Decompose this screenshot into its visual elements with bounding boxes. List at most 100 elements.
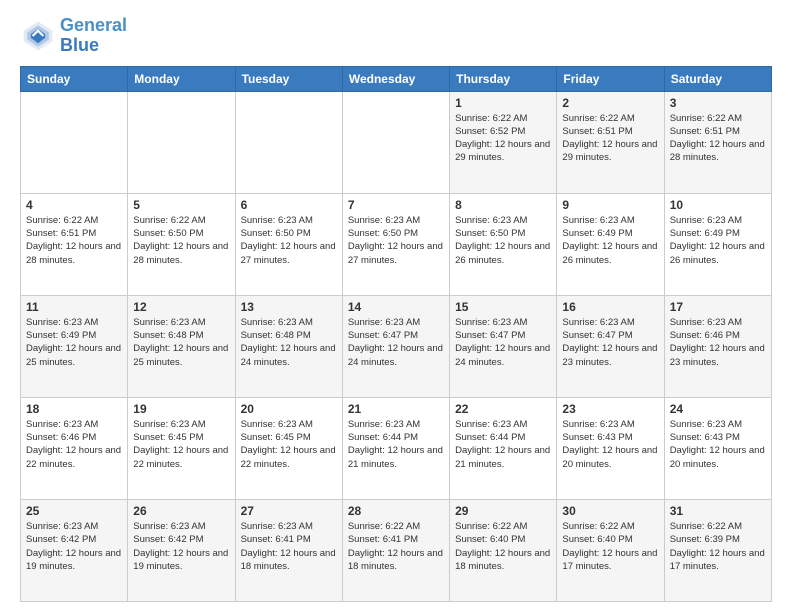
day-number: 21 (348, 402, 444, 416)
page: General Blue SundayMondayTuesdayWednesda… (0, 0, 792, 612)
day-cell: 24 Sunrise: 6:23 AM Sunset: 6:43 PM Dayli… (664, 397, 771, 499)
day-number: 23 (562, 402, 658, 416)
day-cell: 31 Sunrise: 6:22 AM Sunset: 6:39 PM Dayli… (664, 499, 771, 601)
day-cell: 30 Sunrise: 6:22 AM Sunset: 6:40 PM Dayli… (557, 499, 664, 601)
day-cell: 28 Sunrise: 6:22 AM Sunset: 6:41 PM Dayli… (342, 499, 449, 601)
weekday-header-tuesday: Tuesday (235, 66, 342, 91)
logo: General Blue (20, 16, 127, 56)
day-cell: 9 Sunrise: 6:23 AM Sunset: 6:49 PM Daylig… (557, 193, 664, 295)
day-number: 28 (348, 504, 444, 518)
day-cell: 7 Sunrise: 6:23 AM Sunset: 6:50 PM Daylig… (342, 193, 449, 295)
day-number: 4 (26, 198, 122, 212)
day-number: 14 (348, 300, 444, 314)
week-row-3: 18 Sunrise: 6:23 AM Sunset: 6:46 PM Dayli… (21, 397, 772, 499)
day-cell: 1Sunrise: 6:22 AM Sunset: 6:52 PM Daylig… (450, 91, 557, 193)
day-cell: 19 Sunrise: 6:23 AM Sunset: 6:45 PM Dayli… (128, 397, 235, 499)
day-cell: 5Sunrise: 6:22 AM Sunset: 6:50 PM Daylig… (128, 193, 235, 295)
weekday-header-friday: Friday (557, 66, 664, 91)
day-cell: 21 Sunrise: 6:23 AM Sunset: 6:44 PM Dayli… (342, 397, 449, 499)
day-cell: 27 Sunrise: 6:23 AM Sunset: 6:41 PM Dayli… (235, 499, 342, 601)
day-cell (21, 91, 128, 193)
day-info: Sunrise: 6:23 AM Sunset: 6:42 PM Dayligh… (26, 520, 122, 573)
day-info: Sunrise: 6:23 AM Sunset: 6:41 PM Dayligh… (241, 520, 337, 573)
day-info: Sunrise: 6:23 AM Sunset: 6:44 PM Dayligh… (455, 418, 551, 471)
day-info: Sunrise: 6:23 AM Sunset: 6:47 PM Dayligh… (562, 316, 658, 369)
day-number: 31 (670, 504, 766, 518)
week-row-1: 4 Sunrise: 6:22 AM Sunset: 6:51 PM Daylig… (21, 193, 772, 295)
weekday-header-monday: Monday (128, 66, 235, 91)
day-info: Sunrise: 6:22 AM Sunset: 6:51 PM Dayligh… (26, 214, 122, 267)
day-cell: 20Sunrise: 6:23 AM Sunset: 6:45 PM Dayli… (235, 397, 342, 499)
day-cell: 26Sunrise: 6:23 AM Sunset: 6:42 PM Dayli… (128, 499, 235, 601)
day-info: Sunrise: 6:23 AM Sunset: 6:50 PM Dayligh… (348, 214, 444, 267)
day-info: Sunrise: 6:23 AM Sunset: 6:48 PM Dayligh… (241, 316, 337, 369)
day-number: 9 (562, 198, 658, 212)
day-info: Sunrise: 6:22 AM Sunset: 6:40 PM Dayligh… (562, 520, 658, 573)
day-number: 17 (670, 300, 766, 314)
day-cell: 17 Sunrise: 6:23 AM Sunset: 6:46 PM Dayli… (664, 295, 771, 397)
day-info: Sunrise: 6:23 AM Sunset: 6:48 PM Dayligh… (133, 316, 229, 369)
day-info: Sunrise: 6:23 AM Sunset: 6:43 PM Dayligh… (562, 418, 658, 471)
day-cell: 13 Sunrise: 6:23 AM Sunset: 6:48 PM Dayli… (235, 295, 342, 397)
day-number: 27 (241, 504, 337, 518)
week-row-4: 25 Sunrise: 6:23 AM Sunset: 6:42 PM Dayli… (21, 499, 772, 601)
day-info: Sunrise: 6:23 AM Sunset: 6:50 PM Dayligh… (455, 214, 551, 267)
day-number: 13 (241, 300, 337, 314)
day-info: Sunrise: 6:23 AM Sunset: 6:49 PM Dayligh… (26, 316, 122, 369)
day-info: Sunrise: 6:23 AM Sunset: 6:49 PM Dayligh… (670, 214, 766, 267)
day-cell: 8 Sunrise: 6:23 AM Sunset: 6:50 PM Daylig… (450, 193, 557, 295)
weekday-header-saturday: Saturday (664, 66, 771, 91)
day-info: Sunrise: 6:23 AM Sunset: 6:43 PM Dayligh… (670, 418, 766, 471)
day-cell: 14Sunrise: 6:23 AM Sunset: 6:47 PM Dayli… (342, 295, 449, 397)
day-info: Sunrise: 6:23 AM Sunset: 6:45 PM Dayligh… (133, 418, 229, 471)
day-info: Sunrise: 6:22 AM Sunset: 6:51 PM Dayligh… (670, 112, 766, 165)
week-row-0: 1Sunrise: 6:22 AM Sunset: 6:52 PM Daylig… (21, 91, 772, 193)
day-info: Sunrise: 6:23 AM Sunset: 6:46 PM Dayligh… (670, 316, 766, 369)
day-number: 30 (562, 504, 658, 518)
day-cell: 6 Sunrise: 6:23 AM Sunset: 6:50 PM Daylig… (235, 193, 342, 295)
day-number: 11 (26, 300, 122, 314)
day-number: 22 (455, 402, 551, 416)
day-number: 3 (670, 96, 766, 110)
day-info: Sunrise: 6:22 AM Sunset: 6:41 PM Dayligh… (348, 520, 444, 573)
day-number: 10 (670, 198, 766, 212)
day-info: Sunrise: 6:23 AM Sunset: 6:46 PM Dayligh… (26, 418, 122, 471)
day-number: 20 (241, 402, 337, 416)
day-cell: 2 Sunrise: 6:22 AM Sunset: 6:51 PM Daylig… (557, 91, 664, 193)
logo-text: General Blue (60, 16, 127, 56)
day-info: Sunrise: 6:23 AM Sunset: 6:50 PM Dayligh… (241, 214, 337, 267)
day-info: Sunrise: 6:22 AM Sunset: 6:51 PM Dayligh… (562, 112, 658, 165)
day-info: Sunrise: 6:23 AM Sunset: 6:42 PM Dayligh… (133, 520, 229, 573)
day-number: 15 (455, 300, 551, 314)
logo-icon (20, 18, 56, 54)
day-cell: 10 Sunrise: 6:23 AM Sunset: 6:49 PM Dayli… (664, 193, 771, 295)
day-cell: 4 Sunrise: 6:22 AM Sunset: 6:51 PM Daylig… (21, 193, 128, 295)
day-cell: 18 Sunrise: 6:23 AM Sunset: 6:46 PM Dayli… (21, 397, 128, 499)
day-cell (128, 91, 235, 193)
day-cell: 12Sunrise: 6:23 AM Sunset: 6:48 PM Dayli… (128, 295, 235, 397)
day-info: Sunrise: 6:23 AM Sunset: 6:47 PM Dayligh… (455, 316, 551, 369)
day-cell: 25 Sunrise: 6:23 AM Sunset: 6:42 PM Dayli… (21, 499, 128, 601)
day-cell: 3 Sunrise: 6:22 AM Sunset: 6:51 PM Daylig… (664, 91, 771, 193)
day-cell: 16 Sunrise: 6:23 AM Sunset: 6:47 PM Dayli… (557, 295, 664, 397)
day-number: 6 (241, 198, 337, 212)
day-cell: 23 Sunrise: 6:23 AM Sunset: 6:43 PM Dayli… (557, 397, 664, 499)
day-number: 18 (26, 402, 122, 416)
day-number: 24 (670, 402, 766, 416)
day-number: 2 (562, 96, 658, 110)
day-number: 16 (562, 300, 658, 314)
day-cell (342, 91, 449, 193)
day-number: 7 (348, 198, 444, 212)
day-info: Sunrise: 6:22 AM Sunset: 6:39 PM Dayligh… (670, 520, 766, 573)
day-info: Sunrise: 6:23 AM Sunset: 6:44 PM Dayligh… (348, 418, 444, 471)
weekday-header-sunday: Sunday (21, 66, 128, 91)
day-cell: 29Sunrise: 6:22 AM Sunset: 6:40 PM Dayli… (450, 499, 557, 601)
day-number: 25 (26, 504, 122, 518)
day-number: 19 (133, 402, 229, 416)
day-number: 8 (455, 198, 551, 212)
header: General Blue (20, 16, 772, 56)
day-info: Sunrise: 6:22 AM Sunset: 6:40 PM Dayligh… (455, 520, 551, 573)
day-number: 5 (133, 198, 229, 212)
day-info: Sunrise: 6:23 AM Sunset: 6:49 PM Dayligh… (562, 214, 658, 267)
weekday-header-thursday: Thursday (450, 66, 557, 91)
